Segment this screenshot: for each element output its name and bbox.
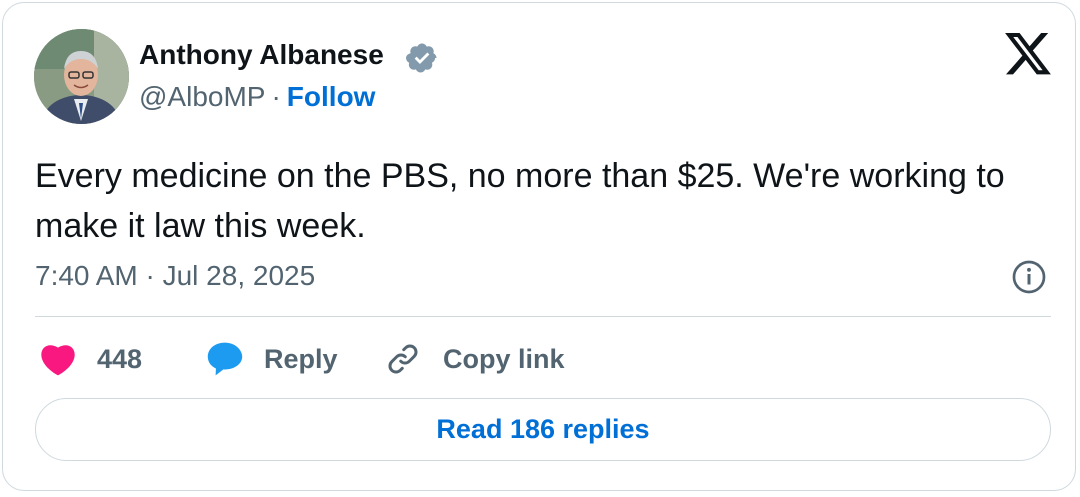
verified-badge-icon	[406, 43, 437, 73]
link-icon	[388, 344, 418, 374]
x-logo-icon[interactable]	[1005, 33, 1051, 75]
separator-dot: ·	[271, 81, 281, 112]
like-count: 448	[97, 343, 143, 374]
copy-link-button[interactable]: Copy link	[385, 335, 565, 383]
heart-icon	[41, 345, 75, 376]
reply-button[interactable]: Reply	[206, 335, 338, 383]
reply-label: Reply	[264, 343, 338, 374]
timestamp-link[interactable]: 7:40 AM · Jul 28, 2025	[35, 260, 315, 292]
author-name[interactable]: Anthony Albanese	[139, 39, 384, 71]
avatar[interactable]	[34, 29, 129, 124]
read-replies-button[interactable]: Read 186 replies	[35, 398, 1051, 461]
divider	[35, 316, 1051, 317]
handle-row: @AlboMP · Follow	[139, 81, 375, 113]
follow-button[interactable]: Follow	[287, 81, 376, 112]
tweet-text: Every medicine on the PBS, no more than …	[35, 157, 1005, 245]
like-button[interactable]: 448	[39, 335, 142, 383]
info-icon[interactable]	[1011, 259, 1047, 295]
tweet-card: Anthony Albanese @AlboMP · Follow Every me…	[2, 2, 1076, 491]
avatar-photo	[34, 29, 129, 124]
author-handle[interactable]: @AlboMP	[139, 81, 265, 112]
speech-bubble-icon	[207, 342, 243, 376]
copy-link-label: Copy link	[443, 343, 565, 374]
